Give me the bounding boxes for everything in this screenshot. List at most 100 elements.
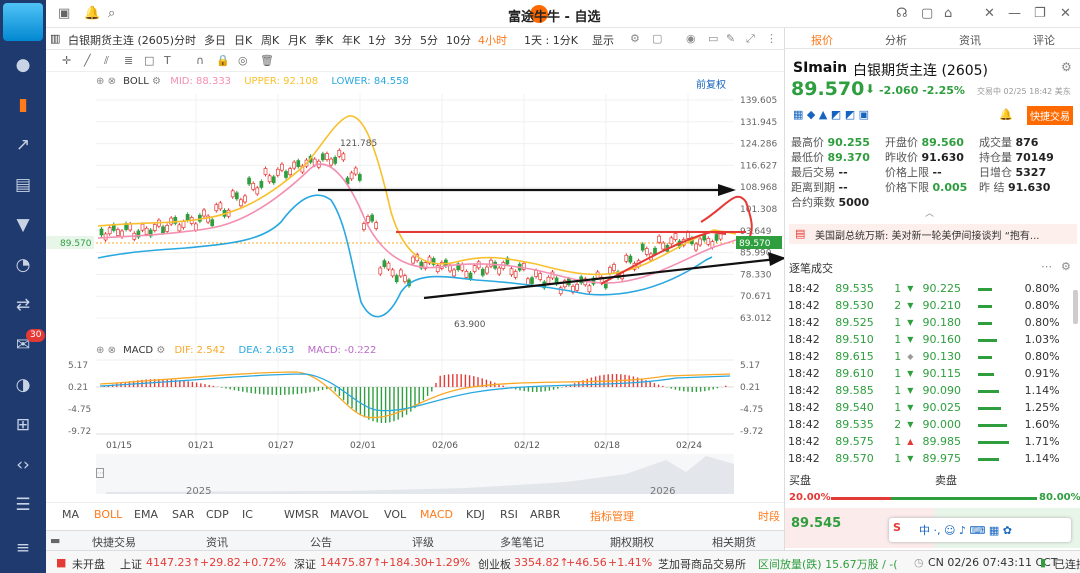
layout-icon[interactable]: ▣ <box>58 6 70 21</box>
candle-body <box>275 168 280 176</box>
period-minute[interactable]: 分时 <box>174 32 196 48</box>
news-icon: ▤ <box>795 227 806 240</box>
period-1min[interactable]: 1分 <box>368 32 386 48</box>
tab-session[interactable]: 时段 <box>758 508 780 524</box>
func-options[interactable]: 期权期权 <box>610 534 654 550</box>
func-futures[interactable]: 相关期货 <box>712 534 756 550</box>
period-multiday[interactable]: 多日 <box>204 32 226 48</box>
expand-up-icon[interactable]: ︿ <box>925 206 934 219</box>
tab-quote[interactable]: 报价 <box>811 32 833 48</box>
tab-wmsr[interactable]: WMSR <box>284 508 319 521</box>
swap-icon[interactable]: ⇄ <box>12 295 34 315</box>
close-icon[interactable]: ✕ <box>1060 6 1071 21</box>
settings-icon[interactable]: ⚙ <box>630 32 640 45</box>
restore-icon[interactable]: ❐ <box>1034 6 1046 21</box>
doc-icon[interactable]: ☰ <box>12 495 34 515</box>
search-icon[interactable]: ⌕ <box>108 6 115 21</box>
tab-ic[interactable]: IC <box>242 508 253 521</box>
tab-sar[interactable]: SAR <box>172 508 194 521</box>
period-5min[interactable]: 5分 <box>420 32 438 48</box>
instrument-tab[interactable]: 白银期货主连 (2605) <box>68 32 174 48</box>
app-logo[interactable] <box>3 3 43 41</box>
moon-icon[interactable]: ◑ <box>12 375 34 395</box>
edit-icon[interactable]: ✎ <box>726 32 735 45</box>
period-quarter[interactable]: 季K <box>315 32 333 48</box>
market-chart-icon[interactable]: ▮ <box>12 95 34 115</box>
tab-ma[interactable]: MA <box>62 508 79 521</box>
tab-news[interactable]: 资讯 <box>959 32 981 48</box>
bell-icon[interactable]: 🔔 <box>84 6 100 21</box>
period-week[interactable]: 周K <box>261 32 279 48</box>
tab-ema[interactable]: EMA <box>134 508 158 521</box>
tab-indicator-manage[interactable]: 指标管理 <box>590 508 634 524</box>
period-combo-select[interactable]: 1天 : 1分K <box>524 32 578 48</box>
sidebar-toggle-icon[interactable]: ▥ <box>50 32 60 45</box>
tab-comments[interactable]: 评论 <box>1033 32 1055 48</box>
kline-svg[interactable]: 139.605 131.945 124.286 116.627 108.968 101.3… <box>46 72 784 502</box>
ime-toolbar[interactable]: S 中 ·, ☺ ♪ ⌨ ▦ ✿ <box>889 518 1071 542</box>
func-quick-trade[interactable]: 快捷交易 <box>92 534 136 550</box>
chart-area[interactable]: ⊕ ⊗ BOLL ⚙ MID: 88.333 UPPER: 92.108 LOW… <box>46 72 784 502</box>
code-icon[interactable]: ‹› <box>12 455 34 475</box>
tab-analysis[interactable]: 分析 <box>885 32 907 48</box>
func-rating[interactable]: 评级 <box>412 534 434 550</box>
minimize-icon[interactable]: — <box>1008 6 1021 21</box>
overview-handle[interactable]: ⋯ <box>96 468 104 478</box>
menu-icon[interactable]: ≡ <box>12 538 34 558</box>
period-year[interactable]: 年K <box>342 32 360 48</box>
stock-icon[interactable]: ▤ <box>12 175 34 195</box>
news-banner[interactable]: ▤ 美国副总统万斯: 美对新一轮美伊间接谈判 “抱有... <box>789 224 1077 244</box>
sz-label[interactable]: 深证 <box>294 556 316 572</box>
shrink-icon[interactable]: ✕ <box>984 6 995 21</box>
trend-icon[interactable]: ↗ <box>12 135 34 155</box>
text-tool-icon[interactable]: T <box>164 54 171 67</box>
tab-rsi[interactable]: RSI <box>500 508 518 521</box>
trades-more-icon[interactable]: ⋯ <box>1041 260 1052 273</box>
window-icon[interactable]: ▭ <box>708 32 718 45</box>
tab-boll[interactable]: BOLL <box>94 508 122 521</box>
trades-settings-icon[interactable]: ⚙ <box>1061 260 1071 273</box>
alert-bell-icon[interactable]: 🔔 <box>999 108 1013 121</box>
func-notes[interactable]: 多笔笔记 <box>500 534 544 550</box>
period-3min[interactable]: 3分 <box>394 32 412 48</box>
trades-scrollbar[interactable] <box>1073 290 1078 324</box>
fullscreen-icon[interactable]: ⤢ <box>746 32 755 46</box>
panel-settings-icon[interactable]: ⚙ <box>1061 60 1072 74</box>
tab-mavol[interactable]: MAVOL <box>330 508 368 521</box>
tab-vol[interactable]: VOL <box>384 508 406 521</box>
fib-tool-icon[interactable]: ≣ <box>124 54 133 67</box>
func-notice[interactable]: 公告 <box>310 534 332 550</box>
user-icon[interactable]: ● <box>12 55 34 75</box>
display-menu[interactable]: 显示 <box>592 32 614 48</box>
channel-tool-icon[interactable]: ⫽ <box>104 54 109 68</box>
shape-tool-icon[interactable]: □ <box>144 54 154 67</box>
trash-icon[interactable]: 🗑 <box>260 54 274 67</box>
cy-label[interactable]: 创业板 <box>478 556 511 572</box>
camera-icon[interactable]: ◉ <box>686 32 696 45</box>
filter-icon[interactable]: ▼ <box>12 215 34 235</box>
tab-kdj[interactable]: KDJ <box>466 508 485 521</box>
eye-icon[interactable]: ◎ <box>238 54 248 67</box>
game-icon[interactable]: ⊞ <box>12 415 34 435</box>
sh-label[interactable]: 上证 <box>120 556 142 572</box>
pie-icon[interactable]: ◔ <box>12 255 34 275</box>
panel-toggle-icon[interactable]: ▬ <box>50 534 60 547</box>
magnet-icon[interactable]: ∩ <box>196 54 204 67</box>
tab-cdp[interactable]: CDP <box>206 508 229 521</box>
headset-icon[interactable]: ☊ <box>896 6 908 21</box>
shirt-icon[interactable]: ⌂ <box>944 6 952 21</box>
tab-arbr[interactable]: ARBR <box>530 508 560 521</box>
period-day[interactable]: 日K <box>234 32 252 48</box>
tab-macd[interactable]: MACD <box>420 508 453 521</box>
bag-icon[interactable]: ▢ <box>921 6 933 21</box>
func-news[interactable]: 资讯 <box>206 534 228 550</box>
period-4h[interactable]: 4小时 <box>478 32 507 48</box>
more-icon[interactable]: ⋮ <box>766 32 777 45</box>
period-10min[interactable]: 10分 <box>446 32 471 48</box>
crosshair-icon[interactable]: ✛ <box>62 54 71 67</box>
line-tool-icon[interactable]: ╱ <box>84 54 91 67</box>
period-month[interactable]: 月K <box>288 32 306 48</box>
quick-trade-button[interactable]: 快捷交易 <box>1027 106 1073 125</box>
lock-icon[interactable]: 🔒 <box>216 54 230 67</box>
checkbox-icon[interactable]: ▢ <box>652 32 662 45</box>
